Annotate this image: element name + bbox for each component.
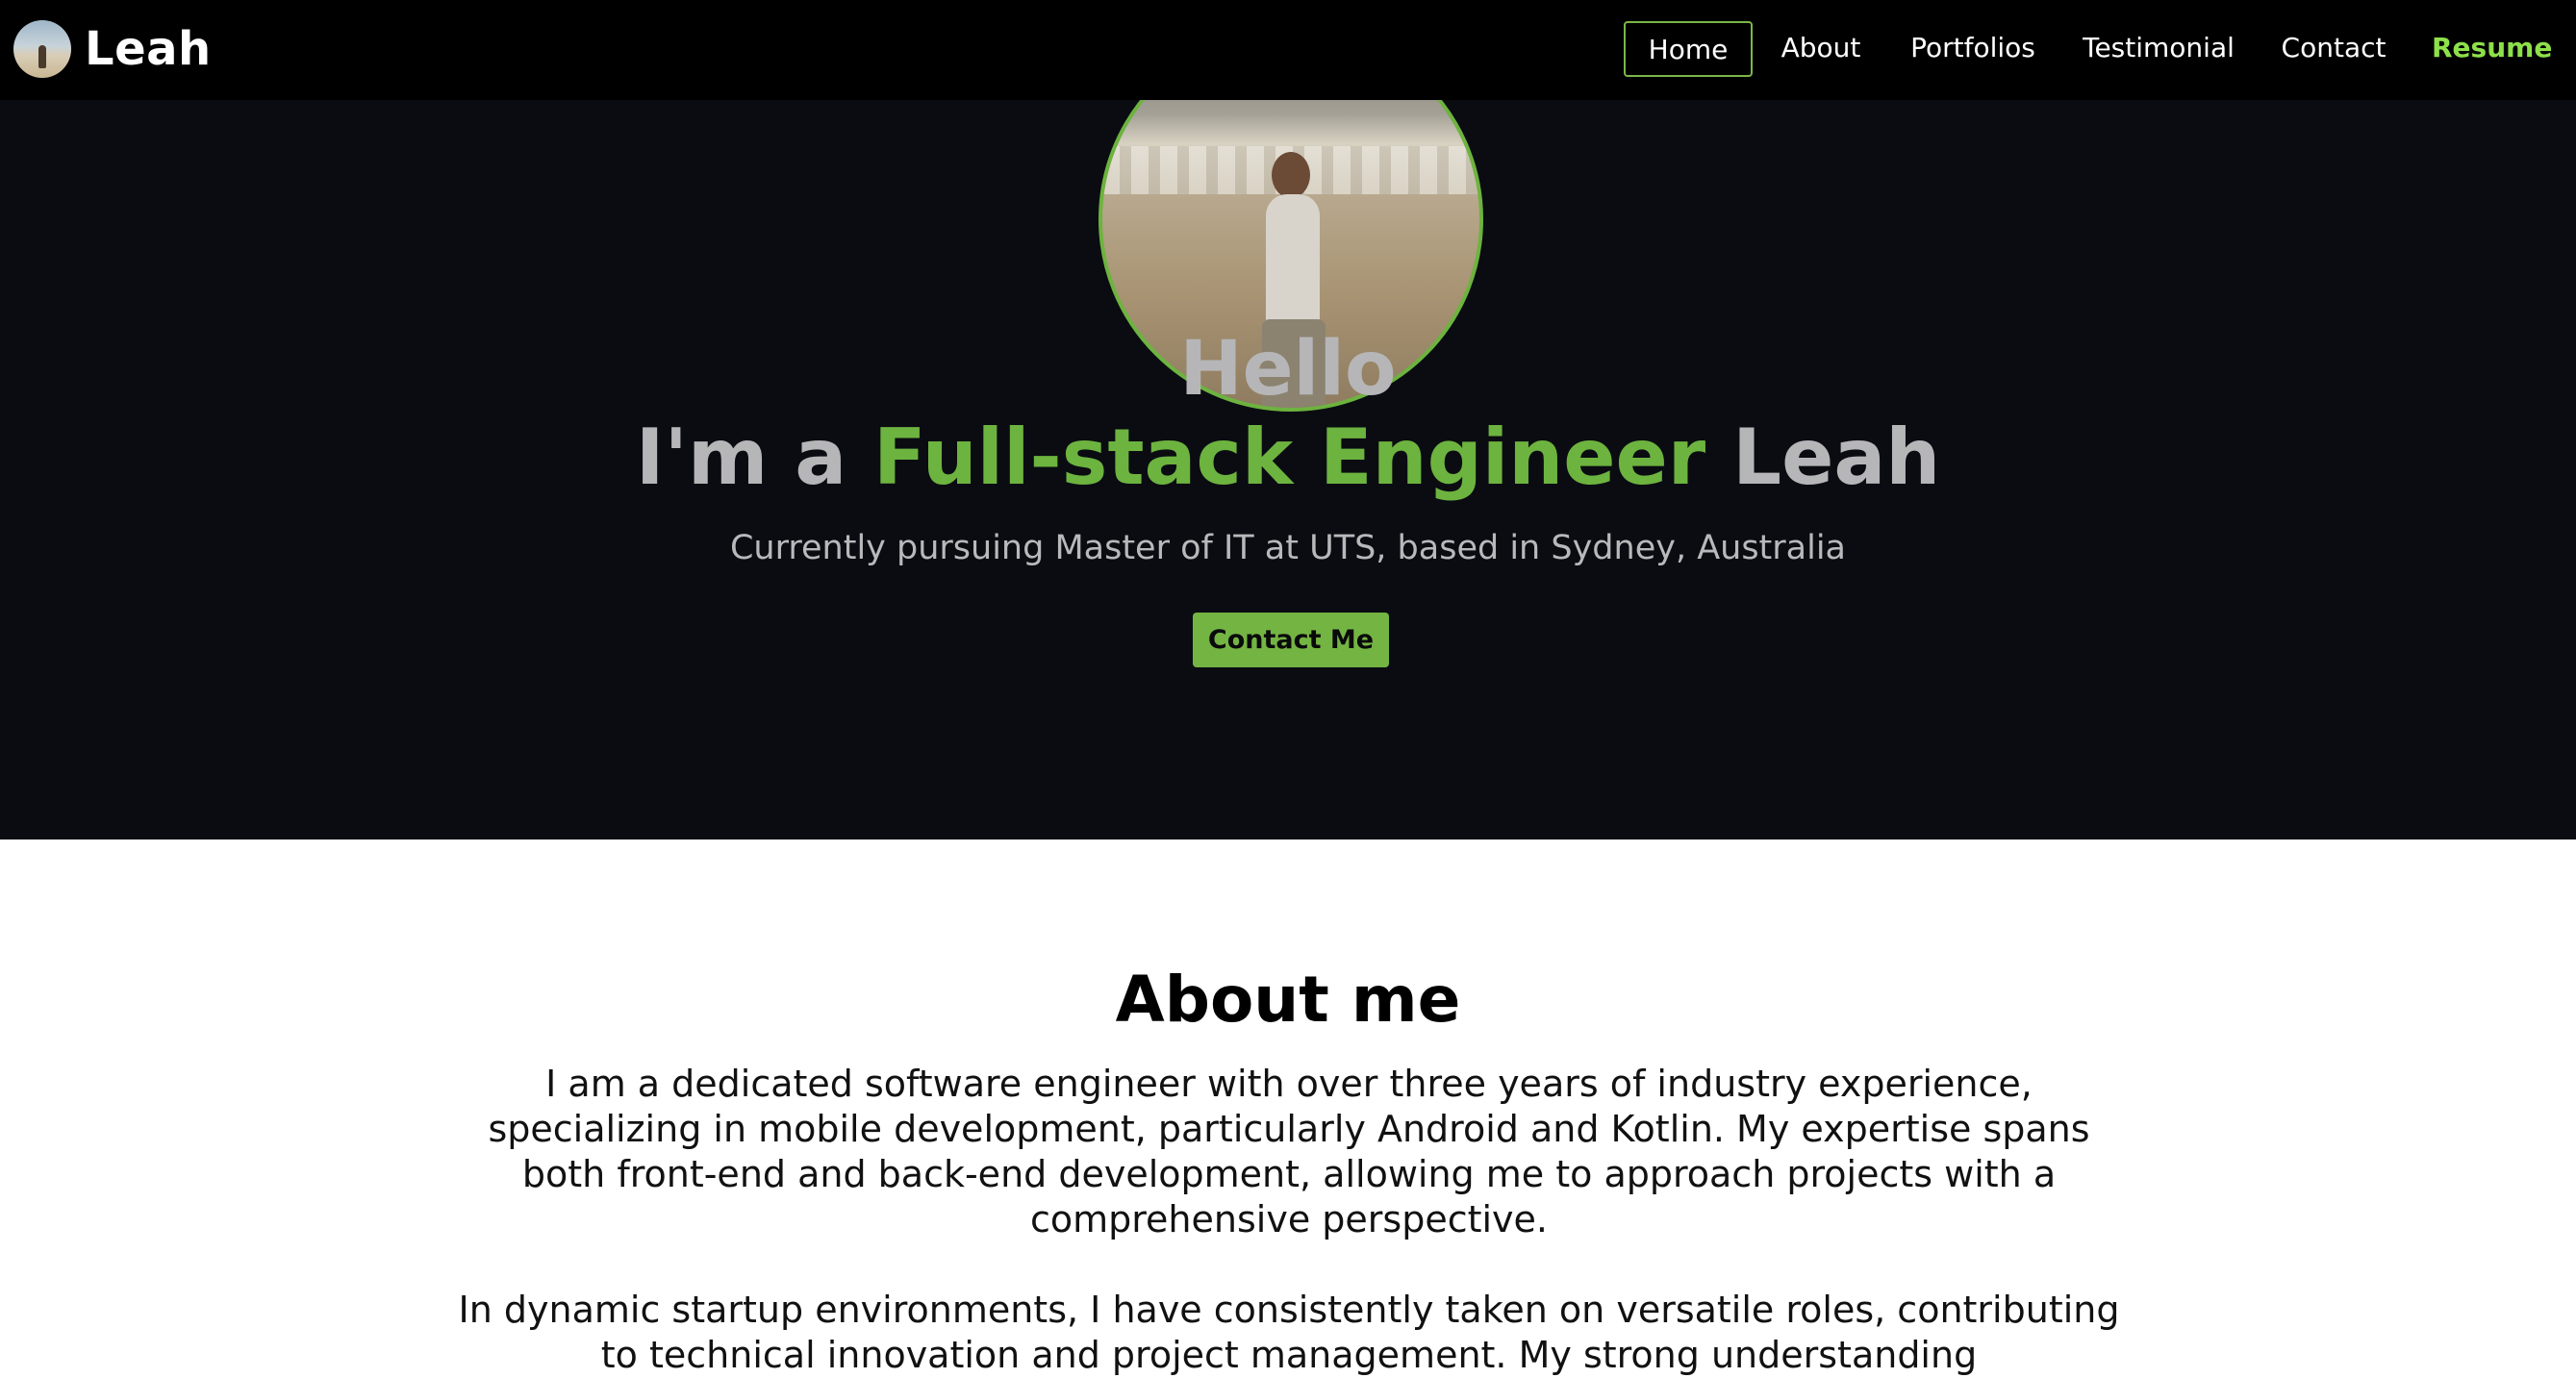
brand[interactable]: Leah [13,19,212,79]
about-paragraph-2: In dynamic startup environments, I have … [458,1289,2120,1376]
about-title: About me [1115,963,1461,1037]
photo-person-head [1272,152,1310,198]
nav-contact[interactable]: Contact [2280,21,2387,77]
avatar-figure [38,45,46,68]
about-paragraph-1: I am a dedicated software engineer with … [488,1063,2090,1240]
hero-section: Hello I'm a Full-stack Engineer Leah Cur… [0,27,2576,839]
nav-resume[interactable]: Resume [2432,21,2552,77]
hero-subtitle: Currently pursuing Master of IT at UTS, … [729,529,1847,567]
headline-prefix: I'm a [635,413,874,502]
brand-avatar [13,20,71,78]
navbar: Leah Home About Portfolios Testimonial C… [0,0,2576,100]
nav-portfolios[interactable]: Portfolios [1910,21,2035,77]
headline-role: Full-stack Engineer [873,413,1706,502]
hero-greeting: Hello [1179,326,1397,413]
photo-person-body [1266,194,1320,329]
brand-name[interactable]: Leah [85,22,212,76]
nav-home[interactable]: Home [1624,21,1753,77]
nav-testimonial[interactable]: Testimonial [2080,21,2237,77]
contact-me-button[interactable]: Contact Me [1193,613,1389,667]
nav-about[interactable]: About [1776,21,1866,77]
headline-suffix: Leah [1705,413,1941,502]
hero-headline: I'm a Full-stack Engineer Leah [0,408,2576,508]
